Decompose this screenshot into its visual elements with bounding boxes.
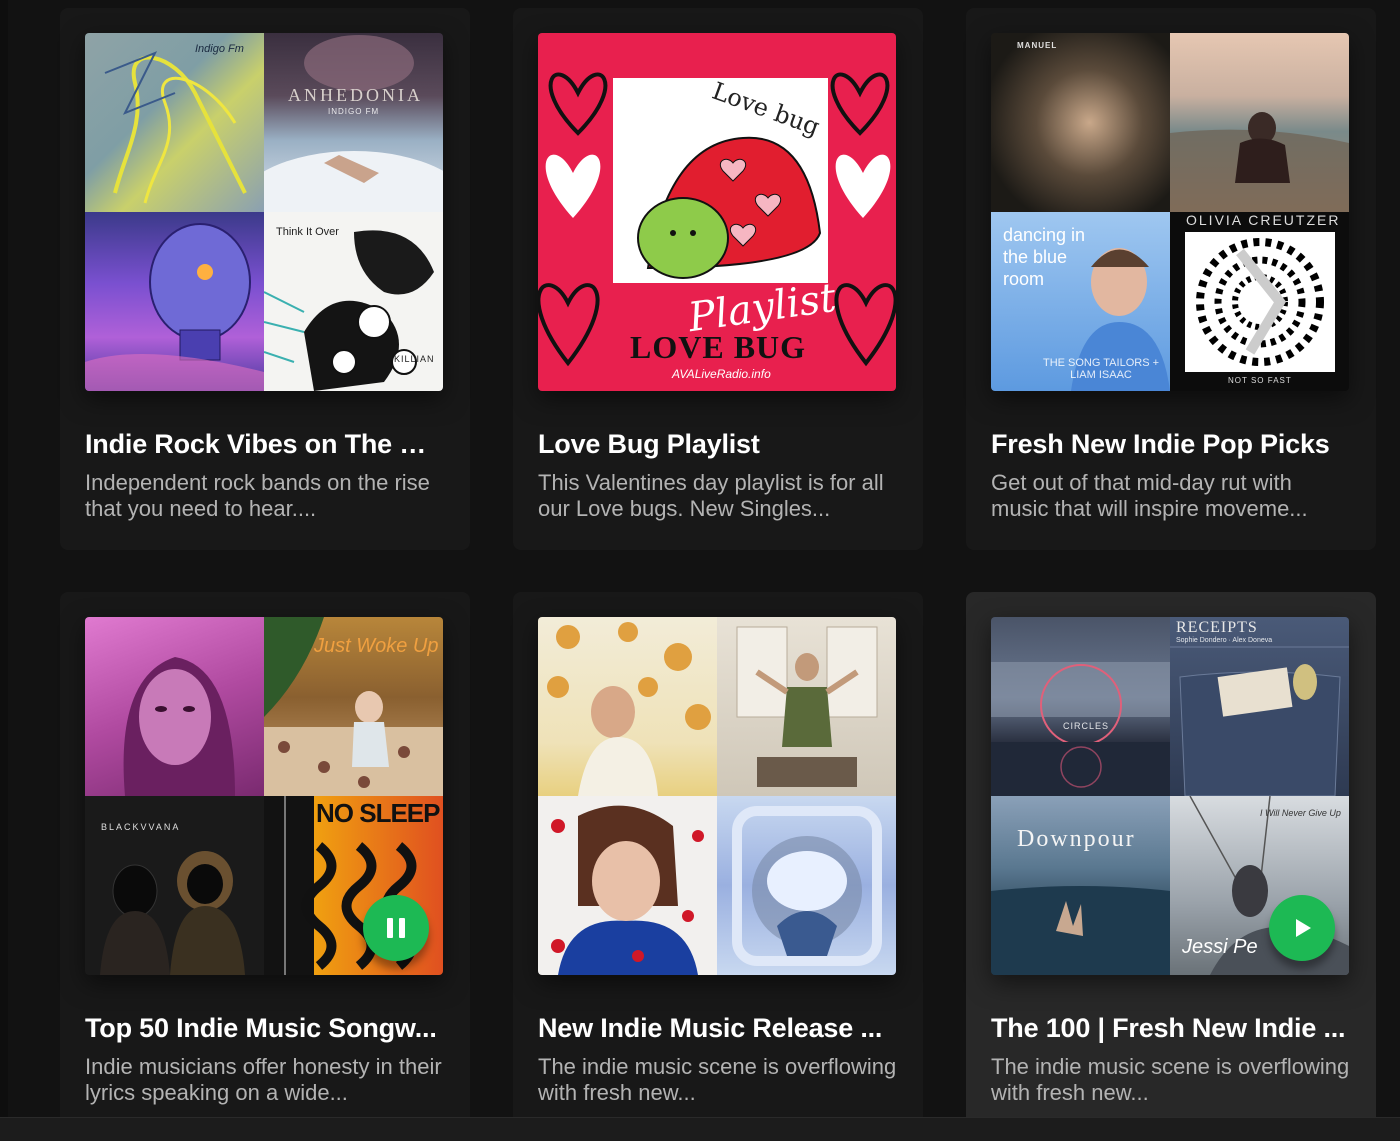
cover-text: Indigo Fm	[195, 43, 244, 55]
cover-tile	[85, 212, 264, 391]
cover-text: ANHEDONIA	[288, 85, 423, 105]
play-icon	[1296, 919, 1311, 937]
cover-tile	[717, 796, 896, 975]
playlist-card[interactable]: Indigo Fm ANHEDONIA INDIGO FM Think It O…	[60, 8, 470, 550]
cover-tile: Indigo Fm	[85, 33, 264, 212]
cover-text: NO SLEEP	[316, 798, 440, 828]
left-edge	[0, 0, 8, 1141]
playlist-title[interactable]: Fresh New Indie Pop Picks	[991, 429, 1351, 460]
cover-tile: Think It Over KILLIAN	[264, 212, 443, 391]
cover-text: BLACKVVANA	[101, 822, 181, 832]
cover-text: Think It Over	[276, 226, 339, 238]
cover-tile: RECEIPTS Sophie Dondero · Alex Doneva	[1170, 617, 1349, 796]
cover-text: Downpour	[1017, 826, 1136, 852]
pause-button[interactable]	[363, 895, 429, 961]
cover-text: AVALiveRadio.info	[672, 367, 771, 381]
playlist-description: Independent rock bands on the rise that …	[85, 470, 430, 521]
playlist-title[interactable]: Indie Rock Vibes on The Rise	[85, 429, 445, 460]
cover-tile	[1170, 33, 1349, 212]
cover-tile: MANUEL	[991, 33, 1170, 212]
cover-tile	[717, 617, 896, 796]
cover-tile: ANHEDONIA INDIGO FM	[264, 33, 443, 212]
playlist-card[interactable]: MANUEL dancing in the blue room THE SONG…	[966, 8, 1376, 550]
playlist-description: Get out of that mid-day rut with music t…	[991, 470, 1308, 521]
playlist-card[interactable]: CIRCLES RECEIPTS Sophie Dondero · Alex D…	[966, 592, 1376, 1141]
cover-text: MANUEL	[1017, 41, 1058, 50]
cover-text: Sophie Dondero · Alex Doneva	[1176, 637, 1273, 644]
playlist-title[interactable]: The 100 | Fresh New Indie ...	[991, 1013, 1351, 1044]
playlist-title[interactable]: Love Bug Playlist	[538, 429, 898, 460]
cover-text: KILLIAN	[394, 354, 435, 364]
playlist-cover[interactable]: Just Woke Up BLACKVVANA NO SLEEP	[85, 617, 443, 975]
cover-text: OLIVIA CREUTZER	[1186, 212, 1341, 228]
cover-tile: Downpour	[991, 796, 1170, 975]
playlist-cover[interactable]: Indigo Fm ANHEDONIA INDIGO FM Think It O…	[85, 33, 443, 391]
cover-tile	[538, 617, 717, 796]
playlist-description: Indie musicians offer honesty in their l…	[85, 1054, 442, 1105]
playlist-description: The indie music scene is overflowing wit…	[991, 1054, 1350, 1105]
cover-tile	[85, 617, 264, 796]
playlist-card[interactable]: Love bug Playlist LOVE BUG AVALiveRadio.…	[513, 8, 923, 550]
cover-text: NOT SO FAST	[1228, 376, 1292, 385]
playlist-description: The indie music scene is overflowing wit…	[538, 1054, 897, 1105]
cover-text: Jessi Pe	[1182, 936, 1258, 958]
playlist-cover[interactable]: Love bug Playlist LOVE BUG AVALiveRadio.…	[538, 33, 896, 391]
cover-text: Just Woke Up	[314, 635, 439, 657]
playlist-cover[interactable]: MANUEL dancing in the blue room THE SONG…	[991, 33, 1349, 391]
playlist-cover[interactable]: CIRCLES RECEIPTS Sophie Dondero · Alex D…	[991, 617, 1349, 975]
play-button[interactable]	[1269, 895, 1335, 961]
playlist-card[interactable]: New Indie Music Release ... The indie mu…	[513, 592, 923, 1141]
cover-text: I Will Never Give Up	[1260, 808, 1341, 818]
playlist-title[interactable]: New Indie Music Release ...	[538, 1013, 898, 1044]
cover-tile: CIRCLES	[991, 617, 1170, 796]
cover-tile: OLIVIA CREUTZER NOT SO FAST	[1170, 212, 1349, 391]
cover-text: LOVE BUG	[630, 329, 807, 365]
playlist-title[interactable]: Top 50 Indie Music Songw...	[85, 1013, 445, 1044]
cover-tile: BLACKVVANA	[85, 796, 264, 975]
cover-text: dancing in the blue room	[1003, 225, 1086, 289]
cover-tile: dancing in the blue room THE SONG TAILOR…	[991, 212, 1170, 391]
bottom-bar	[0, 1117, 1400, 1141]
cover-text: CIRCLES	[1063, 721, 1110, 731]
cover-text: RECEIPTS	[1176, 619, 1258, 636]
playlist-description: This Valentines day playlist is for all …	[538, 470, 884, 521]
cover-text: INDIGO FM	[328, 107, 380, 116]
pause-icon	[387, 918, 405, 938]
playlist-cover[interactable]	[538, 617, 896, 975]
cover-tile	[538, 796, 717, 975]
cover-tile: Just Woke Up	[264, 617, 443, 796]
playlist-card[interactable]: Just Woke Up BLACKVVANA NO SLEEP Top 50 …	[60, 592, 470, 1141]
cover-text: THE SONG TAILORS + LIAM ISAAC	[1042, 357, 1160, 381]
